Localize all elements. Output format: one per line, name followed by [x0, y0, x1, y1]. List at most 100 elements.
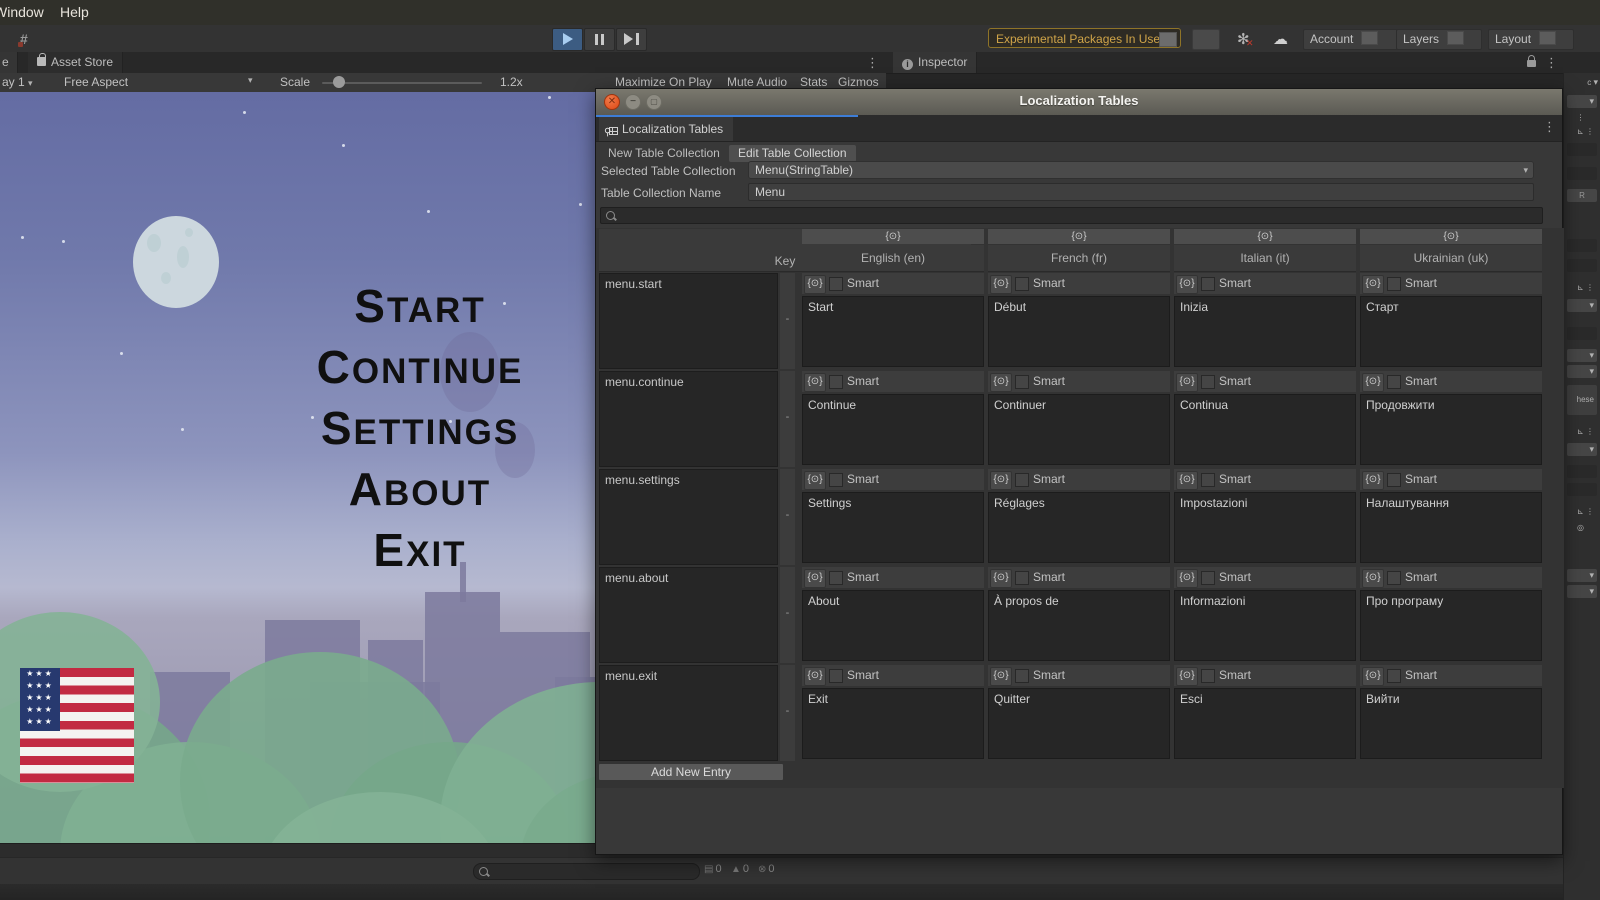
menu-help[interactable]: Help [60, 4, 89, 20]
game-menu-item-settings[interactable]: Settings [240, 400, 600, 461]
aspect-dropdown[interactable]: Free Aspect [64, 75, 128, 89]
smart-checkbox[interactable] [829, 473, 843, 487]
smart-checkbox[interactable] [1015, 571, 1029, 585]
tab-inspector[interactable]: iInspector [893, 52, 977, 73]
smart-checkbox[interactable] [1387, 277, 1401, 291]
layout-dropdown[interactable]: Layout [1488, 29, 1574, 50]
translation-cell[interactable]: Старт [1360, 296, 1542, 367]
smart-checkbox[interactable] [1201, 375, 1215, 389]
row-resize-strip[interactable]: - [780, 469, 795, 565]
menu-window[interactable]: Window [0, 4, 44, 20]
smart-checkbox[interactable] [1201, 277, 1215, 291]
game-menu-item-start[interactable]: Start [240, 278, 600, 339]
stats-toggle[interactable]: Stats [800, 75, 827, 89]
smart-checkbox[interactable] [829, 669, 843, 683]
preset-kebab-group[interactable]: ⊾ ⋮ [1567, 505, 1597, 518]
table-search-input[interactable] [600, 207, 1543, 224]
console-warning-counter[interactable]: ▲0 [731, 863, 749, 875]
inspector-dropdown[interactable]: ▾ [1567, 569, 1597, 582]
tab-localization-tables[interactable]: ⚲Localization Tables [599, 117, 733, 141]
scale-slider-track[interactable] [322, 82, 482, 84]
entry-metadata-button[interactable]: {⊙} [1362, 667, 1384, 686]
translation-cell[interactable]: Про програму [1360, 590, 1542, 661]
entry-metadata-button[interactable]: {⊙} [1362, 471, 1384, 490]
translation-cell[interactable]: Start [802, 296, 984, 367]
lock-icon[interactable] [1527, 60, 1536, 67]
add-new-entry-button[interactable]: Add New Entry [599, 764, 783, 780]
console-search-input[interactable] [473, 863, 700, 880]
key-cell[interactable]: menu.exit [599, 665, 778, 761]
entry-metadata-button[interactable]: {⊙} [1176, 667, 1198, 686]
column-header-italian[interactable]: Italian (it) [1174, 245, 1356, 272]
collab-icon[interactable]: ✻✕ [1237, 30, 1250, 48]
inspector-field[interactable] [1567, 259, 1597, 272]
inspector-field[interactable] [1567, 483, 1597, 496]
window-titlebar[interactable]: ✕ − ▢ Localization Tables [596, 89, 1562, 116]
row-resize-strip[interactable]: - [780, 371, 795, 467]
translation-cell[interactable]: Продовжити [1360, 394, 1542, 465]
cloud-icon[interactable]: ☁ [1273, 30, 1288, 48]
smart-checkbox[interactable] [1015, 473, 1029, 487]
translation-cell[interactable]: Quitter [988, 688, 1170, 759]
key-cell[interactable]: menu.about [599, 567, 778, 663]
column-metadata-button[interactable]: {⊙} [1174, 229, 1356, 244]
smart-checkbox[interactable] [1387, 375, 1401, 389]
smart-checkbox[interactable] [1387, 473, 1401, 487]
inspector-dropdown[interactable]: ▾ [1567, 585, 1597, 598]
translation-cell[interactable]: Continue [802, 394, 984, 465]
smart-checkbox[interactable] [1201, 473, 1215, 487]
inspector-field[interactable] [1567, 143, 1597, 156]
translation-cell[interactable]: Вийти [1360, 688, 1542, 759]
account-dropdown[interactable]: Account [1303, 29, 1405, 50]
layers-dropdown[interactable]: Layers [1396, 29, 1482, 50]
translation-cell[interactable]: Continuer [988, 394, 1170, 465]
inspector-field[interactable] [1567, 465, 1597, 478]
pause-button[interactable] [584, 28, 615, 51]
entry-metadata-button[interactable]: {⊙} [804, 471, 826, 490]
game-menu-item-about[interactable]: About [240, 461, 600, 522]
translation-cell[interactable]: À propos de [988, 590, 1170, 661]
inspector-kebab[interactable]: ⋮ [1567, 111, 1597, 124]
tab-asset-store[interactable]: Asset Store [28, 52, 123, 73]
inspector-field[interactable] [1567, 239, 1597, 252]
inspector-target-icon[interactable]: ◎ [1567, 521, 1597, 534]
entry-metadata-button[interactable]: {⊙} [1362, 275, 1384, 294]
translation-cell[interactable]: Налаштування [1360, 492, 1542, 563]
tab-game-partial[interactable]: e [0, 52, 18, 73]
smart-checkbox[interactable] [1015, 669, 1029, 683]
key-cell[interactable]: menu.settings [599, 469, 778, 565]
entry-metadata-button[interactable]: {⊙} [804, 667, 826, 686]
entry-metadata-button[interactable]: {⊙} [1362, 373, 1384, 392]
toolbar-gray-button[interactable] [1192, 29, 1220, 50]
key-cell[interactable]: menu.continue [599, 371, 778, 467]
column-header-french[interactable]: French (fr) [988, 245, 1170, 272]
experimental-packages-badge[interactable]: Experimental Packages In Use [988, 28, 1181, 48]
new-table-collection-tab[interactable]: New Table Collection [599, 145, 729, 162]
inspector-dropdown[interactable]: ▾ [1567, 299, 1597, 312]
entry-metadata-button[interactable]: {⊙} [990, 275, 1012, 294]
grid-snap-icon[interactable]: # [20, 31, 28, 47]
column-header-english[interactable]: English (en) [802, 245, 984, 272]
smart-checkbox[interactable] [1387, 571, 1401, 585]
entry-metadata-button[interactable]: {⊙} [804, 373, 826, 392]
inspector-field[interactable] [1567, 167, 1597, 180]
translation-cell[interactable]: Esci [1174, 688, 1356, 759]
translation-cell[interactable]: Inizia [1174, 296, 1356, 367]
entry-metadata-button[interactable]: {⊙} [1176, 471, 1198, 490]
display-dropdown[interactable]: ay 1 ▾ [2, 75, 33, 89]
smart-checkbox[interactable] [829, 277, 843, 291]
entry-metadata-button[interactable]: {⊙} [1176, 275, 1198, 294]
inspector-dropdown[interactable]: ▾ [1567, 365, 1597, 378]
table-collection-name-field[interactable]: Menu [748, 183, 1534, 201]
smart-checkbox[interactable] [829, 375, 843, 389]
play-button[interactable] [552, 28, 583, 51]
translation-cell[interactable]: Réglages [988, 492, 1170, 563]
column-metadata-button[interactable]: {⊙} [988, 229, 1170, 244]
game-view-kebab-icon[interactable]: ⋮ [866, 55, 879, 71]
entry-metadata-button[interactable]: {⊙} [990, 373, 1012, 392]
smart-checkbox[interactable] [1201, 669, 1215, 683]
step-button[interactable] [616, 28, 647, 51]
smart-checkbox[interactable] [1201, 571, 1215, 585]
entry-metadata-button[interactable]: {⊙} [1176, 373, 1198, 392]
translation-cell[interactable]: Début [988, 296, 1170, 367]
